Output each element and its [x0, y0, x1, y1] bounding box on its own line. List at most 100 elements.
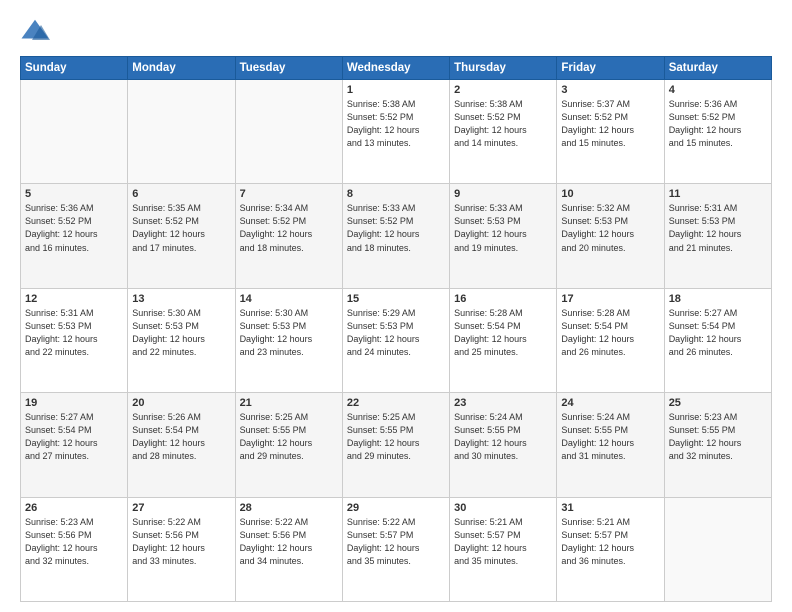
- day-info: Sunrise: 5:23 AM Sunset: 5:56 PM Dayligh…: [25, 516, 123, 568]
- calendar-body: 1 Sunrise: 5:38 AM Sunset: 5:52 PM Daylig…: [21, 80, 772, 602]
- day-info: Sunrise: 5:30 AM Sunset: 5:53 PM Dayligh…: [240, 307, 338, 359]
- day-number: 19: [25, 397, 123, 409]
- day-number: 21: [240, 397, 338, 409]
- weekday-header-thursday: Thursday: [450, 57, 557, 80]
- day-cell: 6 Sunrise: 5:35 AM Sunset: 5:52 PM Daylig…: [128, 184, 235, 288]
- day-info: Sunrise: 5:27 AM Sunset: 5:54 PM Dayligh…: [669, 307, 767, 359]
- day-cell: 14 Sunrise: 5:30 AM Sunset: 5:53 PM Dayli…: [235, 288, 342, 392]
- logo-icon: [20, 16, 50, 46]
- day-info: Sunrise: 5:37 AM Sunset: 5:52 PM Dayligh…: [561, 98, 659, 150]
- day-cell: 22 Sunrise: 5:25 AM Sunset: 5:55 PM Dayli…: [342, 393, 449, 497]
- day-info: Sunrise: 5:22 AM Sunset: 5:56 PM Dayligh…: [240, 516, 338, 568]
- day-info: Sunrise: 5:25 AM Sunset: 5:55 PM Dayligh…: [240, 411, 338, 463]
- day-cell: [664, 497, 771, 601]
- day-cell: 8 Sunrise: 5:33 AM Sunset: 5:52 PM Daylig…: [342, 184, 449, 288]
- day-number: 27: [132, 502, 230, 514]
- day-info: Sunrise: 5:21 AM Sunset: 5:57 PM Dayligh…: [454, 516, 552, 568]
- weekday-header-sunday: Sunday: [21, 57, 128, 80]
- day-number: 7: [240, 188, 338, 200]
- day-number: 4: [669, 84, 767, 96]
- day-number: 25: [669, 397, 767, 409]
- day-number: 11: [669, 188, 767, 200]
- day-cell: 31 Sunrise: 5:21 AM Sunset: 5:57 PM Dayli…: [557, 497, 664, 601]
- day-cell: 2 Sunrise: 5:38 AM Sunset: 5:52 PM Daylig…: [450, 80, 557, 184]
- day-number: 16: [454, 293, 552, 305]
- day-info: Sunrise: 5:21 AM Sunset: 5:57 PM Dayligh…: [561, 516, 659, 568]
- day-info: Sunrise: 5:29 AM Sunset: 5:53 PM Dayligh…: [347, 307, 445, 359]
- day-number: 26: [25, 502, 123, 514]
- weekday-row: SundayMondayTuesdayWednesdayThursdayFrid…: [21, 57, 772, 80]
- day-number: 6: [132, 188, 230, 200]
- day-number: 23: [454, 397, 552, 409]
- week-row-1: 1 Sunrise: 5:38 AM Sunset: 5:52 PM Daylig…: [21, 80, 772, 184]
- day-number: 2: [454, 84, 552, 96]
- day-info: Sunrise: 5:35 AM Sunset: 5:52 PM Dayligh…: [132, 202, 230, 254]
- day-cell: 27 Sunrise: 5:22 AM Sunset: 5:56 PM Dayli…: [128, 497, 235, 601]
- day-info: Sunrise: 5:38 AM Sunset: 5:52 PM Dayligh…: [454, 98, 552, 150]
- day-cell: 11Sunrise: 5:31 AM Sunset: 5:53 PM Dayli…: [664, 184, 771, 288]
- day-info: Sunrise: 5:31 AM Sunset: 5:53 PM Dayligh…: [25, 307, 123, 359]
- day-info: Sunrise: 5:25 AM Sunset: 5:55 PM Dayligh…: [347, 411, 445, 463]
- day-number: 10: [561, 188, 659, 200]
- day-number: 14: [240, 293, 338, 305]
- day-number: 18: [669, 293, 767, 305]
- day-number: 12: [25, 293, 123, 305]
- day-number: 8: [347, 188, 445, 200]
- week-row-4: 19 Sunrise: 5:27 AM Sunset: 5:54 PM Dayli…: [21, 393, 772, 497]
- day-cell: 1 Sunrise: 5:38 AM Sunset: 5:52 PM Daylig…: [342, 80, 449, 184]
- day-cell: [128, 80, 235, 184]
- day-number: 31: [561, 502, 659, 514]
- day-info: Sunrise: 5:28 AM Sunset: 5:54 PM Dayligh…: [454, 307, 552, 359]
- weekday-header-tuesday: Tuesday: [235, 57, 342, 80]
- day-cell: 9Sunrise: 5:33 AM Sunset: 5:53 PM Daylig…: [450, 184, 557, 288]
- day-number: 20: [132, 397, 230, 409]
- day-number: 22: [347, 397, 445, 409]
- day-cell: 29 Sunrise: 5:22 AM Sunset: 5:57 PM Dayli…: [342, 497, 449, 601]
- day-info: Sunrise: 5:27 AM Sunset: 5:54 PM Dayligh…: [25, 411, 123, 463]
- day-cell: 10 Sunrise: 5:32 AM Sunset: 5:53 PM Dayli…: [557, 184, 664, 288]
- day-cell: 15 Sunrise: 5:29 AM Sunset: 5:53 PM Dayli…: [342, 288, 449, 392]
- day-info: Sunrise: 5:38 AM Sunset: 5:52 PM Dayligh…: [347, 98, 445, 150]
- calendar-table: SundayMondayTuesdayWednesdayThursdayFrid…: [20, 56, 772, 602]
- day-cell: 25Sunrise: 5:23 AM Sunset: 5:55 PM Dayli…: [664, 393, 771, 497]
- day-number: 30: [454, 502, 552, 514]
- day-info: Sunrise: 5:36 AM Sunset: 5:52 PM Dayligh…: [669, 98, 767, 150]
- weekday-header-monday: Monday: [128, 57, 235, 80]
- day-cell: 21 Sunrise: 5:25 AM Sunset: 5:55 PM Dayli…: [235, 393, 342, 497]
- day-cell: 18 Sunrise: 5:27 AM Sunset: 5:54 PM Dayli…: [664, 288, 771, 392]
- weekday-header-wednesday: Wednesday: [342, 57, 449, 80]
- calendar-header: SundayMondayTuesdayWednesdayThursdayFrid…: [21, 57, 772, 80]
- day-info: Sunrise: 5:34 AM Sunset: 5:52 PM Dayligh…: [240, 202, 338, 254]
- day-info: Sunrise: 5:33 AM Sunset: 5:52 PM Dayligh…: [347, 202, 445, 254]
- weekday-header-saturday: Saturday: [664, 57, 771, 80]
- day-number: 3: [561, 84, 659, 96]
- logo: [20, 16, 54, 46]
- day-cell: 16 Sunrise: 5:28 AM Sunset: 5:54 PM Dayli…: [450, 288, 557, 392]
- day-info: Sunrise: 5:22 AM Sunset: 5:56 PM Dayligh…: [132, 516, 230, 568]
- day-info: Sunrise: 5:24 AM Sunset: 5:55 PM Dayligh…: [561, 411, 659, 463]
- day-number: 15: [347, 293, 445, 305]
- day-info: Sunrise: 5:33 AM Sunset: 5:53 PM Dayligh…: [454, 202, 552, 254]
- day-number: 24: [561, 397, 659, 409]
- day-cell: [21, 80, 128, 184]
- day-number: 5: [25, 188, 123, 200]
- day-cell: 3 Sunrise: 5:37 AM Sunset: 5:52 PM Daylig…: [557, 80, 664, 184]
- weekday-header-friday: Friday: [557, 57, 664, 80]
- day-cell: 4 Sunrise: 5:36 AM Sunset: 5:52 PM Daylig…: [664, 80, 771, 184]
- day-cell: 26 Sunrise: 5:23 AM Sunset: 5:56 PM Dayli…: [21, 497, 128, 601]
- day-number: 28: [240, 502, 338, 514]
- day-cell: 20Sunrise: 5:26 AM Sunset: 5:54 PM Dayli…: [128, 393, 235, 497]
- day-number: 13: [132, 293, 230, 305]
- day-info: Sunrise: 5:36 AM Sunset: 5:52 PM Dayligh…: [25, 202, 123, 254]
- day-number: 29: [347, 502, 445, 514]
- day-info: Sunrise: 5:22 AM Sunset: 5:57 PM Dayligh…: [347, 516, 445, 568]
- day-cell: 7 Sunrise: 5:34 AM Sunset: 5:52 PM Daylig…: [235, 184, 342, 288]
- day-info: Sunrise: 5:32 AM Sunset: 5:53 PM Dayligh…: [561, 202, 659, 254]
- day-number: 1: [347, 84, 445, 96]
- header: [20, 16, 772, 46]
- day-cell: 5 Sunrise: 5:36 AM Sunset: 5:52 PM Daylig…: [21, 184, 128, 288]
- day-cell: 19 Sunrise: 5:27 AM Sunset: 5:54 PM Dayli…: [21, 393, 128, 497]
- day-cell: 13 Sunrise: 5:30 AM Sunset: 5:53 PM Dayli…: [128, 288, 235, 392]
- day-info: Sunrise: 5:30 AM Sunset: 5:53 PM Dayligh…: [132, 307, 230, 359]
- day-info: Sunrise: 5:24 AM Sunset: 5:55 PM Dayligh…: [454, 411, 552, 463]
